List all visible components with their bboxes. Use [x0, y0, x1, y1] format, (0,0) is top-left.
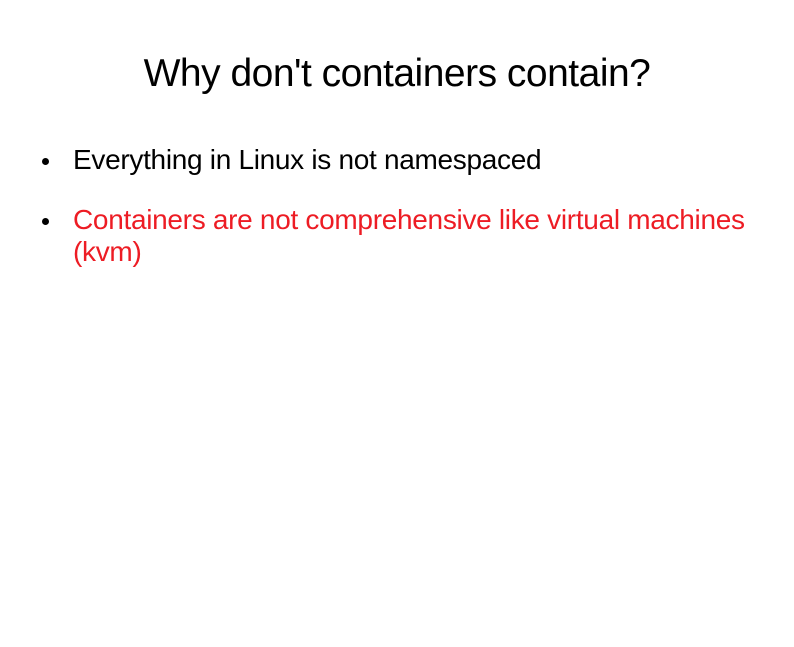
bullet-item: Everything in Linux is not namespaced: [42, 144, 752, 176]
bullet-list: Everything in Linux is not namespaced Co…: [0, 144, 794, 269]
bullet-item: Containers are not comprehensive like vi…: [42, 204, 752, 268]
bullet-marker-icon: [42, 218, 49, 225]
slide-container: Why don't containers contain? Everything…: [0, 52, 794, 647]
bullet-marker-icon: [42, 158, 49, 165]
bullet-text: Containers are not comprehensive like vi…: [73, 204, 752, 268]
slide-title: Why don't containers contain?: [0, 52, 794, 96]
bullet-text: Everything in Linux is not namespaced: [73, 144, 541, 176]
